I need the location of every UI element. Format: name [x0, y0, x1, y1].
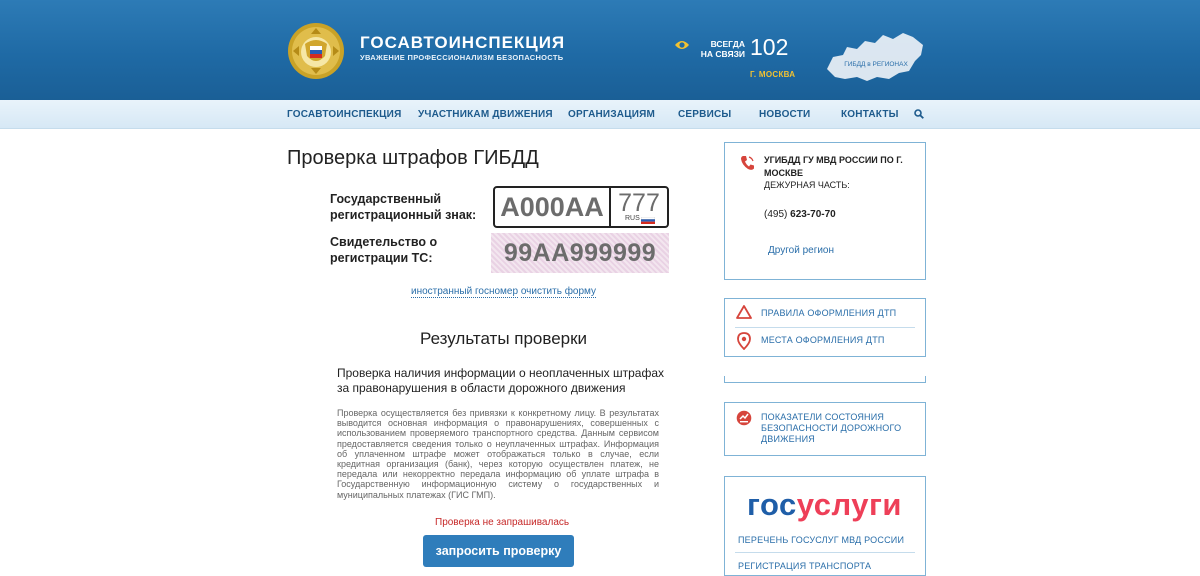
always-on-line-label: ВСЕГДА НА СВЯЗИ [699, 39, 745, 59]
eye-icon [675, 41, 689, 49]
plate-label: Государственный регистрационный знак: [330, 191, 476, 223]
always-line-1: ВСЕГДА [710, 39, 745, 49]
org-name: УГИБДД ГУ МВД РОССИИ ПО Г. МОСКВЕ [764, 155, 903, 178]
russia-flag-icon [641, 217, 655, 224]
duty-phone-code: (495) [764, 209, 788, 220]
gosuslugi-box: госуслуги ПЕРЕЧЕНЬ ГОСУСЛУГ МВД РОССИИ Р… [724, 476, 926, 576]
gosuslugi-logo[interactable]: госуслуги [747, 487, 902, 523]
main-nav: ГОСАВТОИНСПЕКЦИЯ УЧАСТНИКАМ ДВИЖЕНИЯ ОРГ… [0, 100, 1200, 129]
accident-rules-link[interactable]: ПРАВИЛА ОФОРМЛЕНИЯ ДТП [761, 308, 896, 318]
emergency-phone[interactable]: 102 [750, 34, 788, 61]
request-status: Проверка не запрашивалась [435, 517, 570, 528]
plate-number-field[interactable]: А000АА [495, 188, 611, 226]
mvd-services-link[interactable]: ПЕРЕЧЕНЬ ГОСУСЛУГ МВД РОССИИ [738, 535, 904, 545]
contact-box: УГИБДД ГУ МВД РОССИИ ПО Г. МОСКВЕ ДЕЖУРН… [724, 142, 926, 280]
page-title: Проверка штрафов ГИБДД [287, 147, 539, 169]
cert-label-line-1: Свидетельство о [330, 235, 438, 249]
results-title: Результаты проверки [420, 329, 588, 348]
stats-box: ПОКАЗАТЕЛИ СОСТОЯНИЯ БЕЗОПАСНОСТИ ДОРОЖН… [724, 402, 926, 456]
warning-triangle-icon [736, 305, 752, 319]
accident-links-box-bottom [724, 376, 926, 383]
always-line-2: НА СВЯЗИ [700, 49, 745, 59]
city-label[interactable]: Г. МОСКВА [750, 70, 795, 79]
nav-item-participants[interactable]: УЧАСТНИКАМ ДВИЖЕНИЯ [418, 109, 553, 120]
clear-form-link[interactable]: очистить форму [520, 286, 597, 298]
gosuslugi-logo-part-1: гос [747, 487, 797, 522]
russia-map-icon[interactable] [823, 27, 927, 87]
emblem-icon[interactable] [287, 22, 345, 80]
request-check-button[interactable]: запросить проверку [423, 535, 574, 567]
accident-links-box: ПРАВИЛА ОФОРМЛЕНИЯ ДТП МЕСТА ОФОРМЛЕНИЯ … [724, 298, 926, 357]
road-safety-stats-link[interactable]: ПОКАЗАТЕЛИ СОСТОЯНИЯ БЕЗОПАСНОСТИ ДОРОЖН… [761, 412, 921, 445]
divider [735, 552, 915, 553]
site-header: ГОСАВТОИНСПЕКЦИЯ УВАЖЕНИЕ ПРОФЕССИОНАЛИЗ… [0, 0, 1200, 100]
plate-rus-label: RUS [625, 215, 640, 222]
cert-label: Свидетельство о регистрации ТС: [330, 234, 437, 266]
duty-label: ДЕЖУРНАЯ ЧАСТЬ: [764, 180, 850, 190]
phone-icon [741, 156, 754, 170]
foreign-plate-link[interactable]: иностранный госномер [411, 286, 519, 298]
nav-item-organizations[interactable]: ОРГАНИЗАЦИЯМ [568, 109, 655, 120]
map-label[interactable]: ГИБДД в РЕГИОНАХ [831, 61, 921, 68]
accident-places-link[interactable]: МЕСТА ОФОРМЛЕНИЯ ДТП [761, 335, 885, 345]
search-icon[interactable] [914, 109, 924, 119]
nav-item-services[interactable]: СЕРВИСЫ [678, 109, 731, 120]
nav-item-contacts[interactable]: КОНТАКТЫ [841, 109, 899, 120]
nav-item-news[interactable]: НОВОСТИ [759, 109, 810, 120]
map-pin-icon [737, 332, 751, 350]
brand-title[interactable]: ГОСАВТОИНСПЕКЦИЯ [360, 33, 565, 53]
plate-input[interactable]: А000АА 777 RUS [493, 186, 669, 228]
brand-subtitle: УВАЖЕНИЕ ПРОФЕССИОНАЛИЗМ БЕЗОПАСНОСТЬ [360, 53, 564, 62]
form-links: иностранный госномер очистить форму [411, 286, 597, 298]
stats-icon [736, 410, 752, 426]
duty-phone-number: 623-70-70 [790, 209, 836, 220]
gosuslugi-logo-part-2: услуги [796, 487, 902, 522]
cert-label-line-2: регистрации ТС: [330, 251, 433, 265]
nav-item-gosavtoinspekciya[interactable]: ГОСАВТОИНСПЕКЦИЯ [287, 109, 401, 120]
divider [735, 327, 915, 328]
vehicle-cert-input[interactable]: 99АА999999 [491, 233, 669, 273]
vehicle-registration-link[interactable]: РЕГИСТРАЦИЯ ТРАНСПОРТА [738, 561, 871, 571]
plate-label-line-1: Государственный [330, 192, 442, 206]
description-body: Проверка осуществляется без привязки к к… [337, 408, 659, 500]
description-heading: Проверка наличия информации о неоплаченн… [337, 366, 665, 395]
duty-phone[interactable]: (495) 623-70-70 [764, 209, 836, 220]
plate-label-line-2: регистрационный знак: [330, 208, 477, 222]
other-region-link[interactable]: Другой регион [768, 245, 834, 256]
